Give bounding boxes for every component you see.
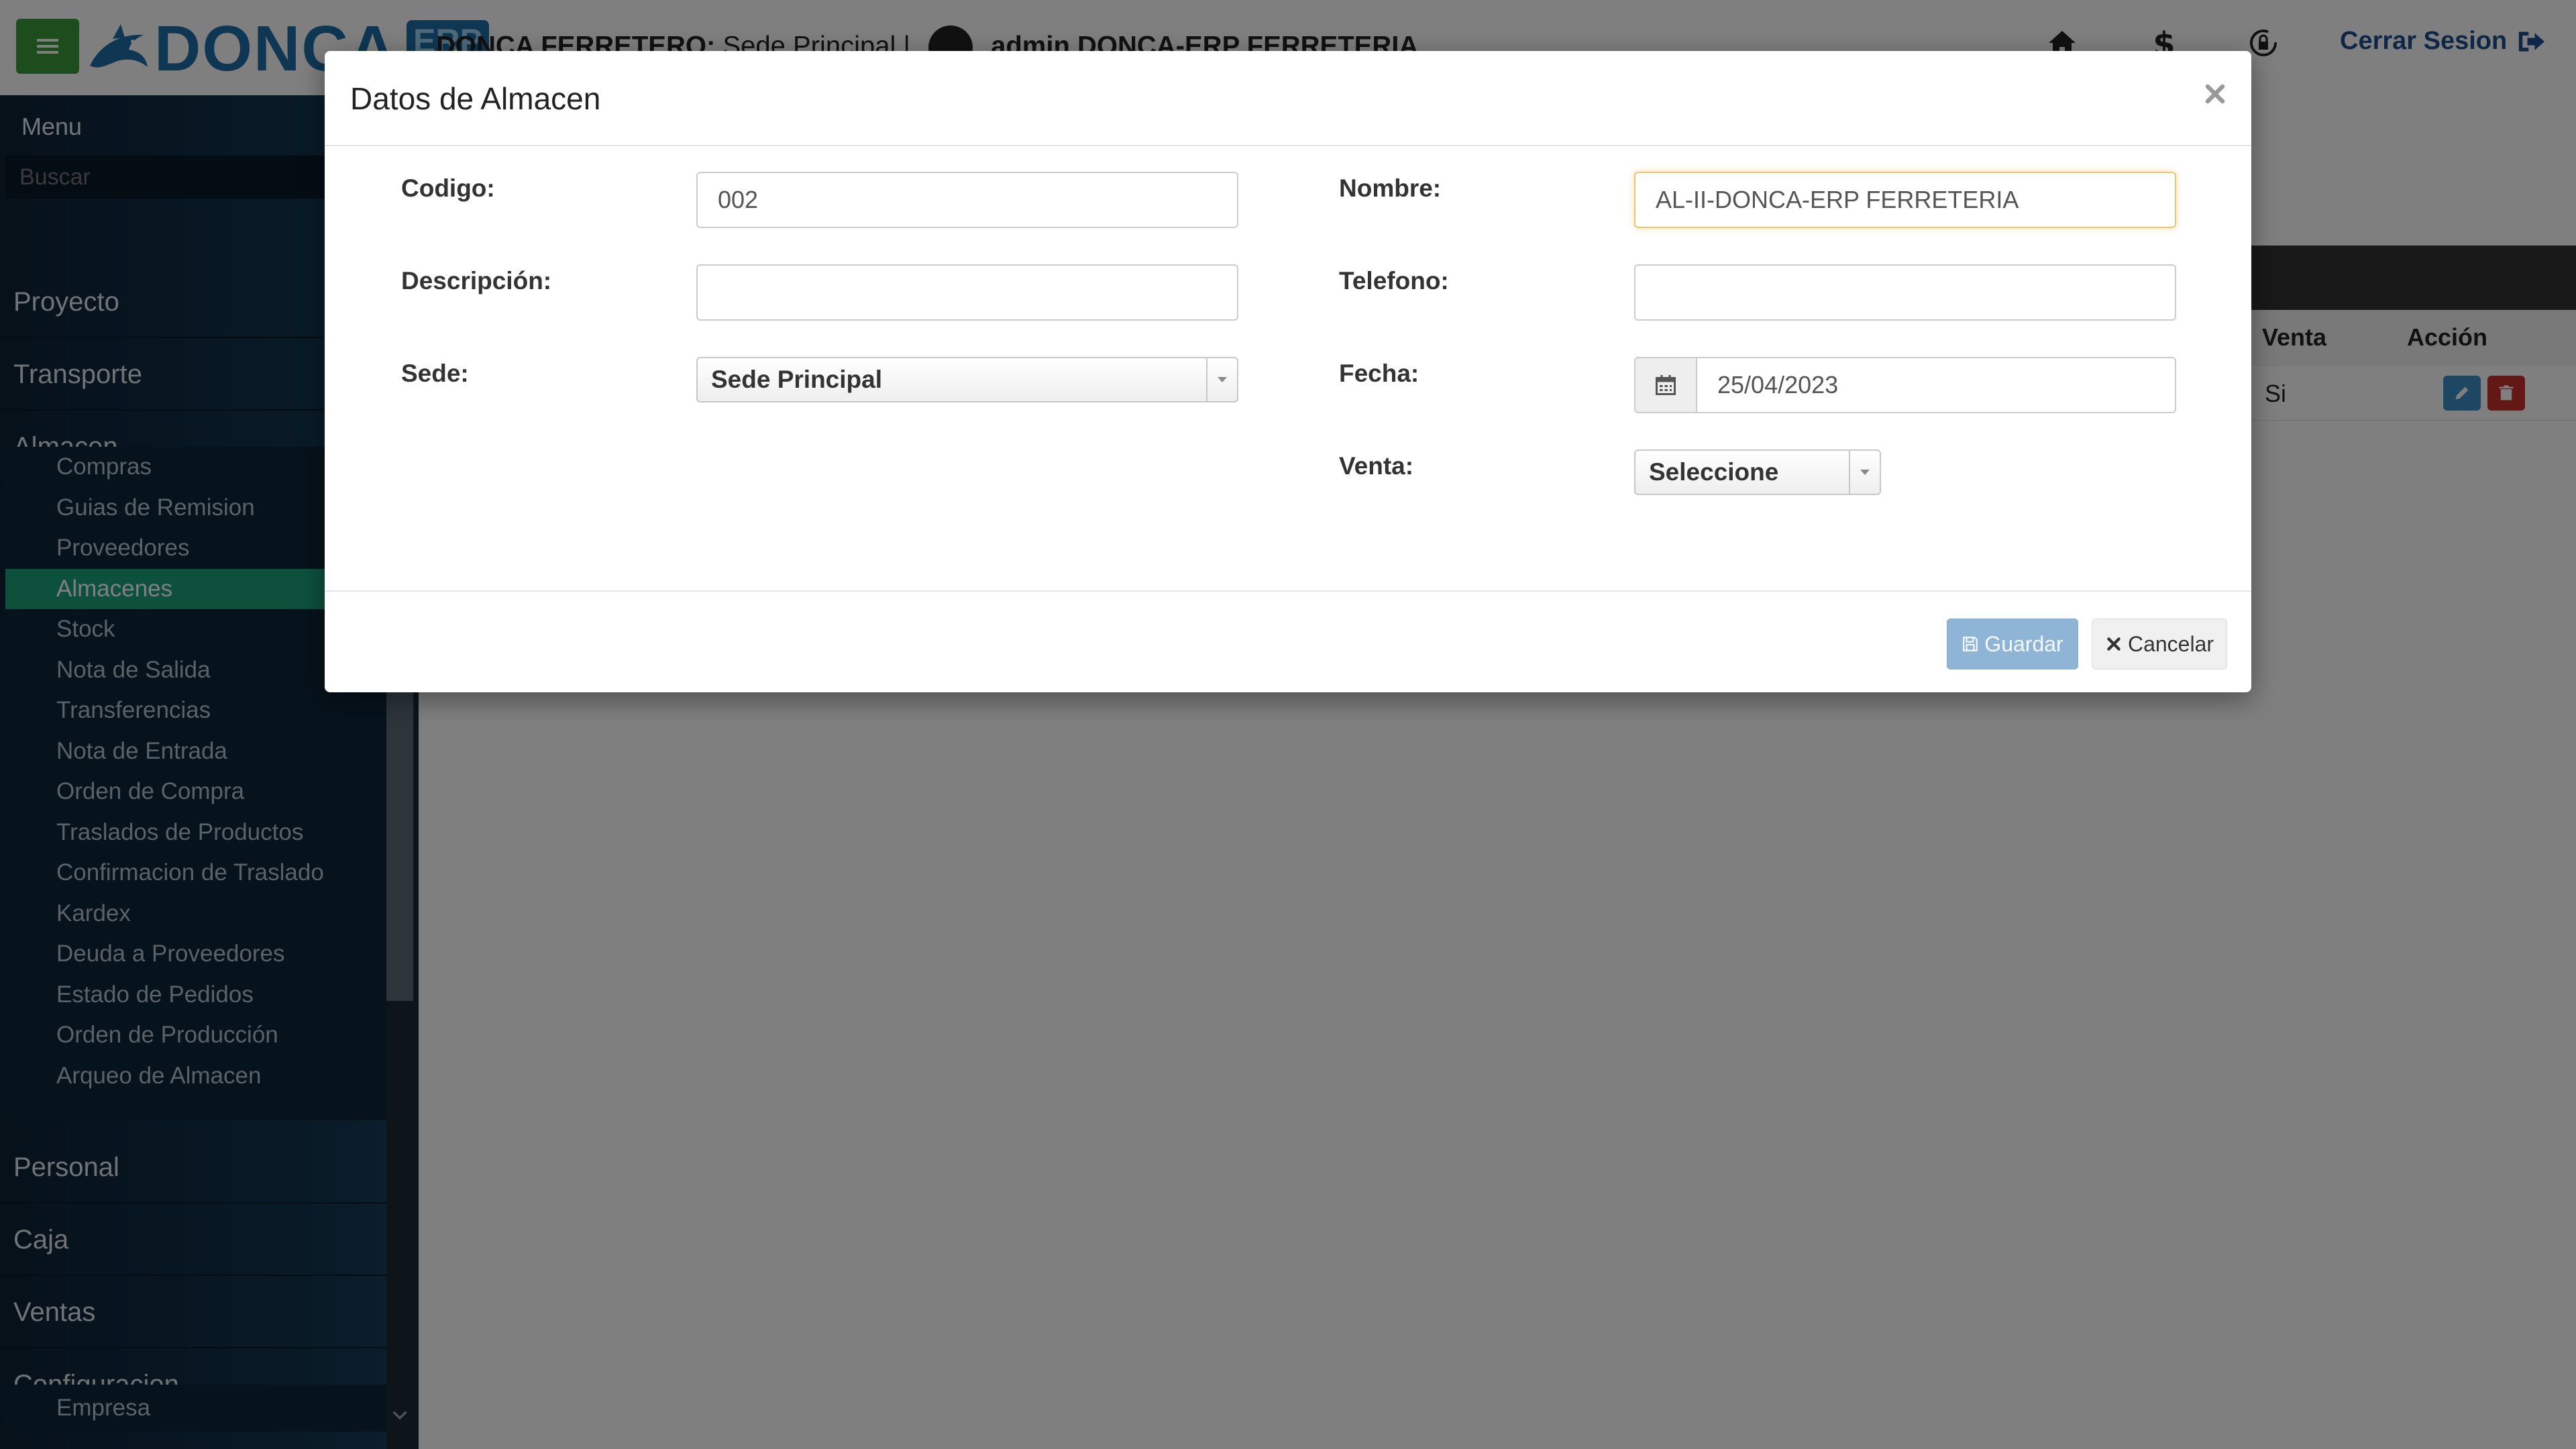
- floppy-icon: [1963, 637, 1978, 651]
- modal-title: Datos de Almacen: [350, 81, 601, 116]
- sede-select[interactable]: Sede Principal: [696, 357, 1238, 402]
- descripcion-input[interactable]: [696, 264, 1238, 321]
- telefono-label: Telefono:: [1339, 267, 1449, 294]
- close-icon: [2205, 84, 2225, 104]
- sede-select-value: Sede Principal: [711, 366, 882, 393]
- venta-select-value: Seleccione: [1649, 458, 1779, 486]
- codigo-label: Codigo:: [401, 174, 495, 202]
- telefono-input[interactable]: [1634, 264, 2176, 321]
- guardar-button[interactable]: Guardar: [1947, 619, 2078, 669]
- calendar-button[interactable]: [1634, 357, 1697, 413]
- venta-select-arrow[interactable]: [1849, 451, 1880, 494]
- modal-footer: Guardar Cancelar: [325, 590, 2251, 694]
- fecha-label: Fecha:: [1339, 360, 1419, 387]
- almacen-modal: Datos de Almacen Codigo: Descripción: Se…: [325, 51, 2251, 692]
- codigo-input[interactable]: [696, 172, 1238, 228]
- venta-select[interactable]: Seleccione: [1634, 449, 1881, 495]
- venta-label: Venta:: [1339, 452, 1414, 480]
- caret-down-icon: [1860, 470, 1870, 475]
- cancelar-label: Cancelar: [2127, 631, 2214, 656]
- sede-label: Sede:: [401, 360, 469, 387]
- modal-close-button[interactable]: [2196, 75, 2234, 113]
- fecha-date-group: [1634, 357, 2176, 413]
- times-icon: [2107, 637, 2121, 651]
- modal-header: Datos de Almacen: [325, 51, 2251, 146]
- sede-select-arrow[interactable]: [1206, 358, 1237, 401]
- fecha-input[interactable]: [1697, 357, 2176, 413]
- descripcion-label: Descripción:: [401, 267, 552, 294]
- nombre-input[interactable]: [1634, 172, 2176, 228]
- calendar-icon: [1656, 375, 1676, 395]
- caret-down-icon: [1218, 377, 1227, 382]
- cancelar-button[interactable]: Cancelar: [2092, 619, 2227, 669]
- guardar-label: Guardar: [1984, 631, 2063, 656]
- nombre-label: Nombre:: [1339, 174, 1442, 202]
